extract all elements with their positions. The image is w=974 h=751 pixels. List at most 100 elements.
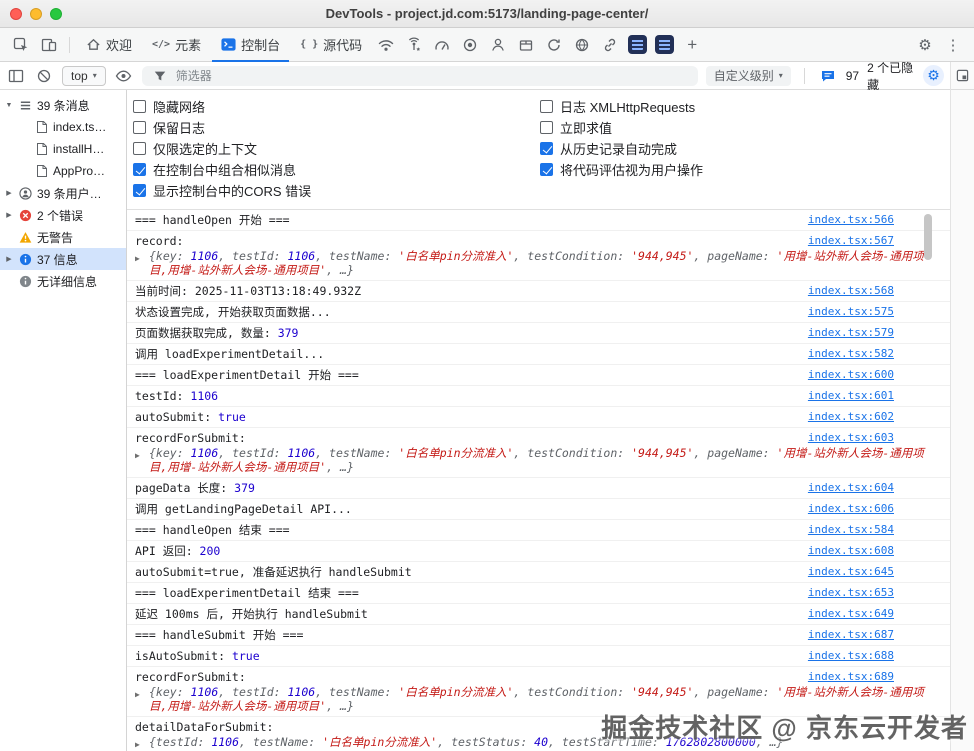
clear-console-icon[interactable]	[34, 66, 54, 86]
settings-checkbox-item[interactable]: 显示控制台中的CORS 错误	[133, 180, 540, 201]
package-icon[interactable]	[513, 32, 539, 58]
filter-box[interactable]	[141, 65, 698, 86]
settings-checkbox-item[interactable]: 在控制台中组合相似消息	[133, 159, 540, 180]
source-link[interactable]: index.tsx:568	[808, 284, 894, 298]
source-link[interactable]: index.tsx:608	[808, 544, 894, 558]
source-link[interactable]: index.tsx:688	[808, 649, 894, 663]
tree-expand-icon[interactable]: ▶	[4, 211, 14, 219]
expand-arrow-icon[interactable]: ▶	[135, 736, 149, 751]
tab-console[interactable]: 控制台	[212, 28, 289, 62]
source-link[interactable]: index.tsx:582	[808, 347, 894, 361]
fullscreen-button[interactable]	[50, 7, 62, 20]
checkbox[interactable]	[540, 142, 553, 155]
source-link[interactable]: index.tsx:579	[808, 326, 894, 340]
source-link[interactable]: index.tsx:600	[808, 368, 894, 382]
source-link[interactable]: index.tsx:645	[808, 565, 894, 579]
source-link[interactable]: index.tsx:604	[808, 481, 894, 495]
settings-checkbox-item[interactable]: 立即求值	[540, 117, 703, 138]
scrollbar-track[interactable]	[950, 62, 974, 751]
inspect-icon[interactable]	[8, 32, 34, 58]
chat-bubble-icon[interactable]	[818, 66, 838, 86]
hidden-messages-label[interactable]: 2 个已隐藏	[867, 59, 915, 93]
tab-elements[interactable]: </> 元素	[143, 28, 210, 62]
sync-icon[interactable]	[541, 32, 567, 58]
message-text: '白名单pin分流准入'	[322, 735, 438, 749]
source-link[interactable]: index.tsx:602	[808, 410, 894, 424]
checkbox[interactable]	[133, 121, 146, 134]
panel-icon[interactable]	[951, 62, 974, 90]
minimize-button[interactable]	[30, 7, 42, 20]
sidebar-item-errors[interactable]: ▶ 2 个错误	[0, 204, 126, 226]
tab-welcome[interactable]: 欢迎	[77, 28, 141, 62]
log-levels-dropdown[interactable]: 自定义级别 ▾	[705, 65, 791, 86]
extension-icon-1[interactable]	[628, 35, 648, 54]
expand-arrow-icon[interactable]: ▶	[135, 250, 149, 277]
source-link[interactable]: index.tsx:649	[808, 607, 894, 621]
source-link[interactable]: index.tsx:575	[808, 305, 894, 319]
expand-arrow-icon[interactable]: ▶	[135, 447, 149, 474]
tree-expand-icon[interactable]: ▶	[4, 189, 14, 197]
source-link[interactable]: index.tsx:687	[808, 628, 894, 642]
sidebar-item-file-apppro[interactable]: AppPro…	[0, 160, 126, 182]
more-tabs-icon[interactable]: +	[679, 32, 705, 58]
checkbox[interactable]	[540, 100, 553, 113]
sidebar-item-file-index-ts[interactable]: index.ts…	[0, 116, 126, 138]
context-selector[interactable]: top ▾	[62, 65, 106, 86]
chevron-down-icon: ▾	[778, 71, 783, 80]
scrollbar-thumb[interactable]	[924, 214, 932, 260]
message-text: API 返回:	[135, 544, 200, 558]
user-icon[interactable]	[485, 32, 511, 58]
sidebar-item-info[interactable]: ▶ 37 信息	[0, 248, 126, 270]
console-message: === loadExperimentDetail 开始 === index.tsx…	[127, 365, 950, 386]
settings-checkbox-item[interactable]: 将代码评估视为用户操作	[540, 159, 703, 180]
source-link[interactable]: index.tsx:653	[808, 586, 894, 600]
checkbox[interactable]	[133, 163, 146, 176]
checkbox[interactable]	[133, 142, 146, 155]
window-title: DevTools - project.jd.com:5173/landing-p…	[325, 6, 649, 21]
tab-sources[interactable]: { } 源代码	[291, 28, 371, 62]
sidebar-item-user-messages[interactable]: ▶ 39 条用户…	[0, 182, 126, 204]
filter-input[interactable]	[175, 68, 690, 83]
recorder-icon[interactable]	[457, 32, 483, 58]
sidebar-item-all-messages[interactable]: ▼ 39 条消息	[0, 94, 126, 116]
settings-checkbox-item[interactable]: 日志 XMLHttpRequests	[540, 96, 703, 117]
source-link[interactable]: index.tsx:566	[808, 213, 894, 227]
checkbox[interactable]	[133, 184, 146, 197]
device-toolbar-icon[interactable]	[36, 32, 62, 58]
more-options-icon[interactable]: ⋮	[940, 32, 966, 58]
home-icon	[86, 37, 101, 52]
settings-checkbox-item[interactable]: 保留日志	[133, 117, 540, 138]
link-icon[interactable]	[597, 32, 623, 58]
source-link[interactable]: index.tsx:601	[808, 389, 894, 403]
console-message: 延迟 100ms 后, 开始执行 handleSubmit index.tsx:6…	[127, 604, 950, 625]
sidebar-item-file-installh[interactable]: installH…	[0, 138, 126, 160]
tree-collapse-icon[interactable]: ▼	[4, 102, 14, 109]
console-sidebar-toggle-icon[interactable]	[6, 66, 26, 86]
settings-checkbox-item[interactable]: 隐藏网络	[133, 96, 540, 117]
expand-arrow-icon[interactable]: ▶	[135, 686, 149, 713]
toolbar-separator	[803, 67, 805, 84]
source-link[interactable]: index.tsx:567	[808, 234, 894, 248]
performance-icon[interactable]	[429, 32, 455, 58]
console-message: record: ▶ {key: 1106, testId: 1106, testNa…	[127, 231, 950, 281]
settings-checkbox-item[interactable]: 仅限选定的上下文	[133, 138, 540, 159]
console-settings-icon[interactable]: ⚙	[923, 65, 944, 86]
settings-checkbox-item[interactable]: 从历史记录自动完成	[540, 138, 703, 159]
source-link[interactable]: index.tsx:689	[808, 670, 894, 684]
close-button[interactable]	[10, 7, 22, 20]
source-link[interactable]: index.tsx:603	[808, 431, 894, 445]
tree-expand-icon[interactable]: ▶	[4, 255, 14, 263]
signal-star-icon[interactable]	[401, 32, 427, 58]
wifi-icon[interactable]	[373, 32, 399, 58]
sidebar-item-warnings[interactable]: 无警告	[0, 226, 126, 248]
eye-icon[interactable]	[114, 66, 134, 86]
checkbox[interactable]	[540, 163, 553, 176]
checkbox[interactable]	[540, 121, 553, 134]
sidebar-item-verbose[interactable]: 无详细信息	[0, 270, 126, 292]
checkbox[interactable]	[133, 100, 146, 113]
source-link[interactable]: index.tsx:606	[808, 502, 894, 516]
extension-icon-2[interactable]	[655, 35, 675, 54]
globe-icon[interactable]	[569, 32, 595, 58]
settings-gear-icon[interactable]: ⚙	[912, 32, 938, 58]
source-link[interactable]: index.tsx:584	[808, 523, 894, 537]
